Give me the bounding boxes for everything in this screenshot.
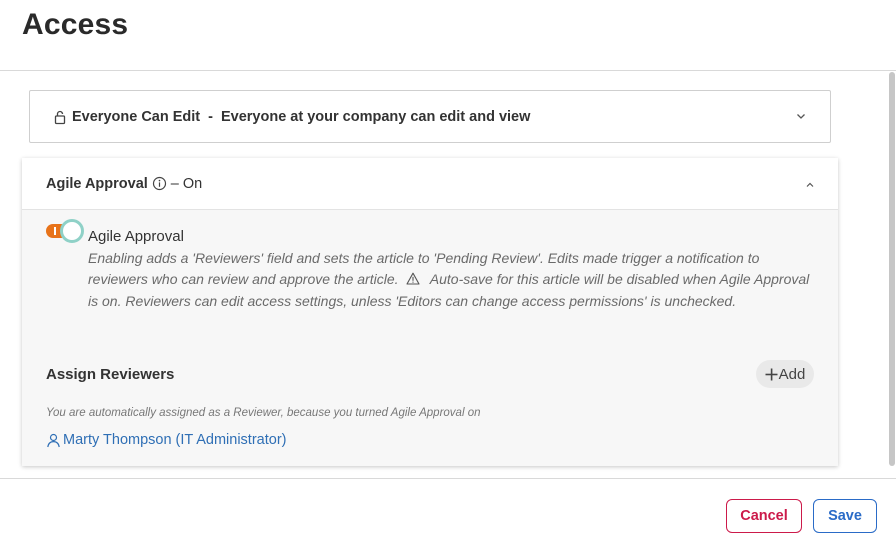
warning-icon	[406, 270, 420, 285]
toggle-knob[interactable]	[60, 219, 84, 243]
chevron-down-icon[interactable]	[794, 109, 808, 123]
reviewer-name-link[interactable]: Marty Thompson (IT Administrator)	[63, 432, 286, 448]
footer-divider	[0, 478, 896, 479]
page-title: Access	[22, 8, 129, 41]
agile-approval-toggle[interactable]	[46, 219, 84, 243]
agile-approval-title: Agile Approval	[46, 175, 148, 192]
agile-approval-description: Enabling adds a 'Reviewers' field and se…	[88, 248, 812, 312]
access-level-select[interactable]: Everyone Can Edit - Everyone at your com…	[29, 90, 831, 143]
agile-approval-header[interactable]: Agile Approval – On	[22, 158, 838, 210]
toggle-on-indicator	[54, 227, 56, 235]
add-reviewer-button[interactable]: Add	[756, 360, 814, 388]
agile-approval-panel: Agile Approval – On Agile Approval Enabl…	[22, 158, 838, 466]
lock-icon	[52, 109, 68, 125]
cancel-button[interactable]: Cancel	[726, 499, 802, 533]
access-level-separator: -	[208, 108, 213, 125]
scrollbar-thumb[interactable]	[889, 72, 895, 466]
assign-reviewers-title: Assign Reviewers	[46, 366, 175, 383]
agile-approval-state: – On	[170, 175, 203, 192]
header-divider	[0, 70, 896, 71]
person-icon	[46, 433, 61, 448]
info-icon[interactable]	[152, 176, 167, 191]
plus-icon	[765, 368, 778, 381]
chevron-up-icon[interactable]	[804, 178, 816, 190]
access-level-description: Everyone at your company can edit and vi…	[220, 108, 531, 125]
reviewer-item[interactable]: Marty Thompson (IT Administrator)	[46, 432, 286, 448]
auto-assigned-note: You are automatically assigned as a Revi…	[46, 407, 481, 419]
access-level-label: Everyone Can Edit	[72, 108, 201, 125]
save-button[interactable]: Save	[813, 499, 877, 533]
agile-approval-toggle-label: Agile Approval	[88, 228, 184, 245]
add-reviewer-label: Add	[778, 365, 806, 383]
